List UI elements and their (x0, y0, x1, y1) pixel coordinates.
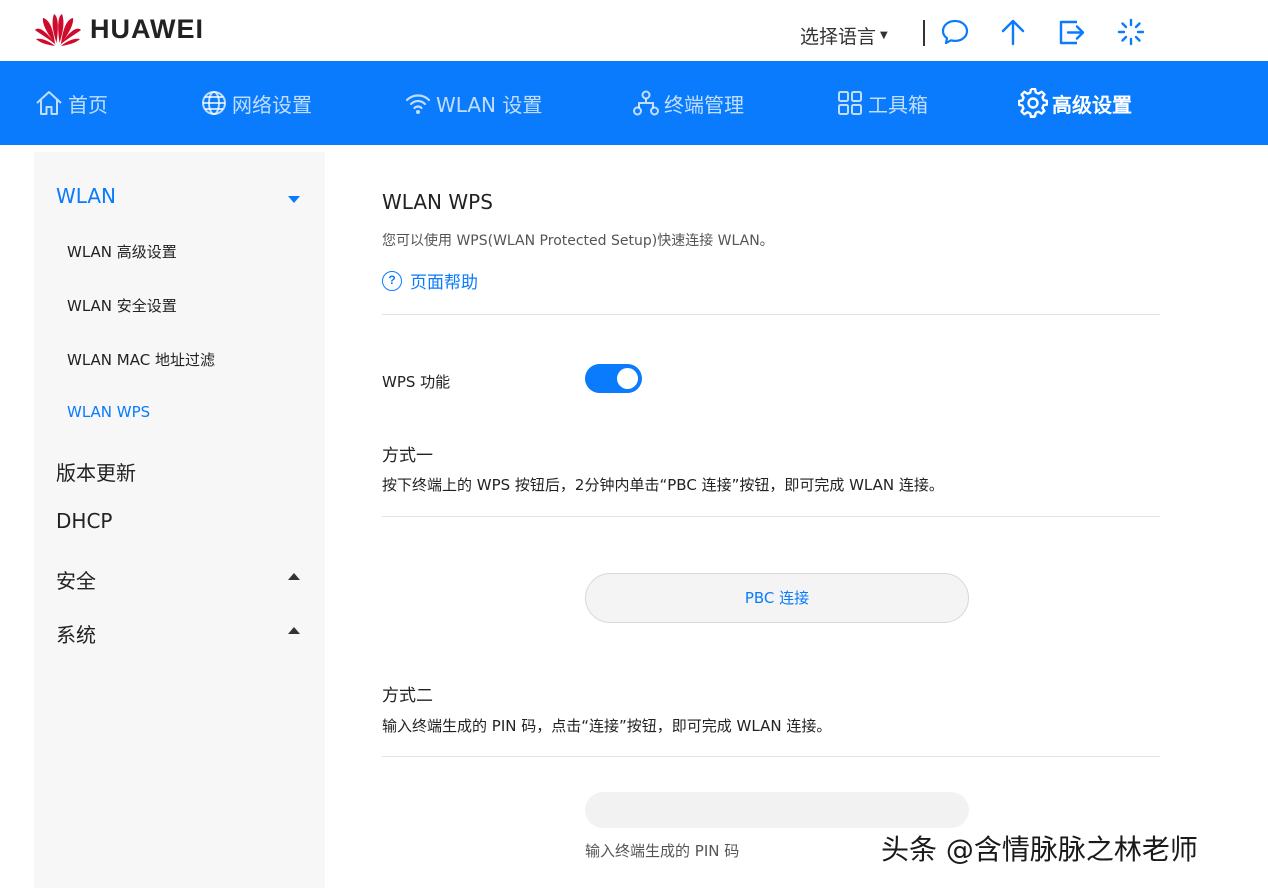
sidebar-group-system[interactable]: 系统 (56, 619, 96, 648)
sidebar-item-wlan-wps[interactable]: WLAN WPS (67, 403, 150, 421)
top-header: HUAWEI 选择语言 ▼ (0, 0, 1268, 60)
pbc-connect-button[interactable]: PBC 连接 (585, 573, 969, 623)
wps-label: WPS 功能 (382, 373, 451, 391)
nav-label-advanced: 高级设置 (1052, 92, 1132, 117)
main-nav: 首页 网络设置 WLAN 设置 终端管理 工具箱 高级设置 (0, 61, 1268, 145)
toolbox-icon (838, 91, 862, 115)
upload-icon[interactable] (998, 17, 1028, 47)
nav-label-network: 网络设置 (232, 92, 312, 117)
header-divider (923, 20, 925, 46)
divider (382, 314, 1160, 315)
page-title: WLAN WPS (382, 190, 493, 214)
language-label: 选择语言 (800, 26, 877, 48)
nav-home[interactable]: 首页 (34, 87, 108, 119)
nav-label-toolbox: 工具箱 (868, 92, 928, 117)
main-content: WLAN WPS 您可以使用 WPS(WLAN Protected Setup)… (382, 152, 1160, 888)
sidebar-item-wlan-advanced[interactable]: WLAN 高级设置 (67, 241, 177, 262)
home-icon (36, 91, 62, 115)
huawei-logo[interactable]: HUAWEI (34, 12, 204, 46)
divider (382, 756, 1160, 757)
logout-icon[interactable] (1057, 17, 1087, 47)
devices-icon (633, 90, 659, 116)
page-description: 您可以使用 WPS(WLAN Protected Setup)快速连接 WLAN… (382, 233, 774, 249)
divider (382, 516, 1160, 517)
nav-label-devices: 终端管理 (664, 92, 744, 117)
method2-text: 输入终端生成的 PIN 码，点击“连接”按钮，即可完成 WLAN 连接。 (382, 717, 832, 735)
nav-devices[interactable]: 终端管理 (632, 87, 744, 119)
sidebar-group-wlan[interactable]: WLAN (56, 184, 116, 208)
chevron-up-icon[interactable] (288, 573, 300, 580)
chevron-down-icon[interactable] (288, 196, 300, 203)
nav-wlan[interactable]: WLAN 设置 (404, 87, 542, 119)
sidebar-group-security[interactable]: 安全 (56, 565, 96, 594)
toggle-knob (617, 368, 638, 389)
wps-toggle[interactable] (585, 364, 642, 393)
sidebar-group-version[interactable]: 版本更新 (56, 457, 136, 486)
chevron-down-icon: ▼ (880, 30, 888, 41)
sidebar-item-wlan-security[interactable]: WLAN 安全设置 (67, 295, 177, 316)
chat-icon[interactable] (940, 17, 970, 47)
brand-name: HUAWEI (90, 13, 204, 44)
language-selector[interactable]: 选择语言 ▼ (800, 22, 888, 49)
wifi-icon (405, 94, 431, 114)
nav-toolbox[interactable]: 工具箱 (836, 87, 928, 119)
loading-icon[interactable] (1116, 17, 1146, 47)
huawei-flower-icon (35, 14, 81, 46)
method1-title: 方式一 (382, 446, 433, 466)
nav-advanced[interactable]: 高级设置 (1018, 87, 1132, 119)
chevron-up-icon[interactable] (288, 627, 300, 634)
page-help-link[interactable]: ? 页面帮助 (382, 268, 478, 293)
watermark: 头条 @含情脉脉之林老师 (881, 833, 1198, 866)
sidebar: WLAN WLAN 高级设置 WLAN 安全设置 WLAN MAC 地址过滤 W… (34, 152, 325, 888)
nav-network[interactable]: 网络设置 (200, 87, 312, 119)
sidebar-group-wlan-label: WLAN (56, 184, 117, 208)
sidebar-group-dhcp[interactable]: DHCP (56, 509, 112, 533)
help-icon: ? (382, 270, 402, 291)
pin-input[interactable] (585, 792, 969, 828)
nav-label-wlan: WLAN 设置 (436, 92, 543, 117)
method1-text: 按下终端上的 WPS 按钮后，2分钟内单击“PBC 连接”按钮，即可完成 WLA… (382, 476, 944, 494)
gear-icon (1018, 88, 1048, 118)
method2-title: 方式二 (382, 686, 433, 706)
help-label: 页面帮助 (410, 273, 478, 293)
globe-icon (202, 91, 226, 115)
nav-label-home: 首页 (68, 92, 108, 117)
sidebar-item-wlan-mac-filter[interactable]: WLAN MAC 地址过滤 (67, 349, 215, 370)
pin-hint: 输入终端生成的 PIN 码 (585, 842, 740, 860)
